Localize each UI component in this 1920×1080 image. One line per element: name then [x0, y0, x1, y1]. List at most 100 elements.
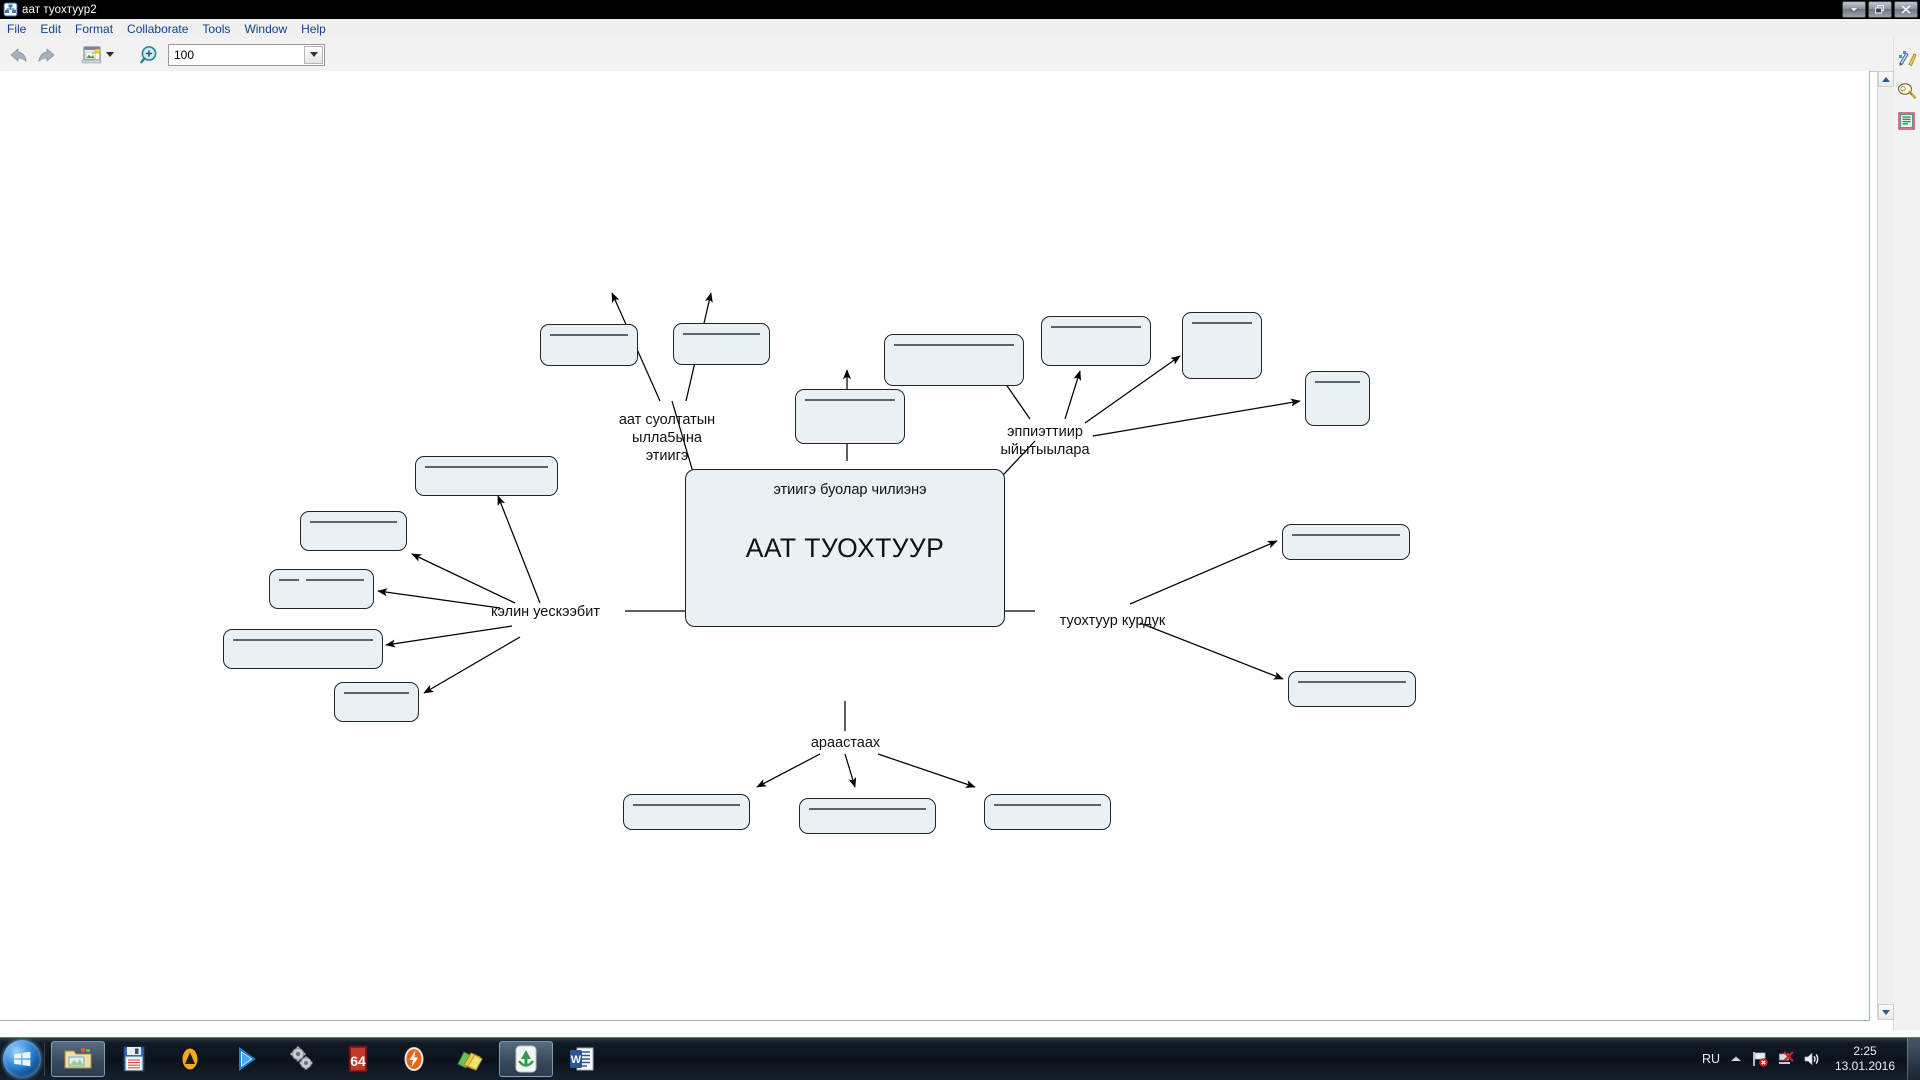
floppy-save-icon [123, 1046, 145, 1072]
svg-text:64: 64 [350, 1053, 366, 1069]
topic-node[interactable] [223, 629, 383, 669]
node-text-rule [1292, 534, 1400, 536]
application-window: аат туохтуур2 File Edit Format Collabora… [0, 0, 1920, 1080]
node-text-rule [809, 808, 926, 810]
node-text-rule [550, 334, 628, 336]
screen-capture-icon[interactable] [80, 43, 104, 67]
show-hidden-icons-chevron-icon[interactable] [1730, 1052, 1742, 1066]
topic-node[interactable] [673, 323, 770, 365]
node-text-rule [894, 344, 1014, 346]
taskbar-separator [44, 1042, 45, 1076]
taskbar-item-amber-app[interactable] [163, 1041, 217, 1077]
taskbar-item-64-app[interactable]: 64 [331, 1041, 385, 1077]
node-text-rule [805, 399, 895, 401]
menu-window[interactable]: Window [237, 20, 294, 38]
close-button[interactable] [1894, 1, 1918, 18]
node-text-rule [1051, 326, 1141, 328]
title-bar: аат туохтуур2 [0, 0, 1920, 19]
color-sheets-icon [457, 1051, 483, 1071]
taskbar-item-word-document[interactable]: W [555, 1041, 609, 1077]
amber-triangle-icon [181, 1047, 199, 1071]
windows-taskbar: 64 W RU 2:25 13.01.2016 [0, 1037, 1920, 1080]
paint-brush-icon[interactable] [1896, 79, 1918, 101]
green-recycle-icon [515, 1045, 537, 1073]
taskbar-item-media-player[interactable] [219, 1041, 273, 1077]
node-text-rule [344, 692, 409, 694]
node-text-rule [279, 579, 299, 581]
back-arrow-icon[interactable] [6, 43, 30, 67]
node-text-rule [683, 333, 760, 335]
mindmap-canvas[interactable]: ААТ ТУОХТУУР аат суолтатын ылла5ына этии… [0, 71, 1870, 1021]
forward-arrow-icon[interactable] [34, 43, 58, 67]
topic-node[interactable] [269, 569, 374, 609]
topic-node[interactable] [1182, 312, 1262, 379]
show-desktop-button[interactable] [1907, 1038, 1920, 1080]
orange-lightning-icon [404, 1047, 424, 1071]
topic-node[interactable] [1305, 371, 1370, 426]
taskbar-clock[interactable]: 2:25 13.01.2016 [1833, 1044, 1897, 1074]
taskbar-buttons: 64 W [51, 1041, 609, 1077]
toolbar: 100 [0, 38, 1920, 72]
taskbar-item-color-sheets[interactable] [443, 1041, 497, 1077]
maximize-button[interactable] [1868, 1, 1892, 18]
window-controls [1842, 1, 1918, 18]
zoom-level-combobox[interactable]: 100 [168, 43, 325, 66]
topic-node[interactable] [623, 794, 750, 830]
node-text-rule [1298, 681, 1406, 683]
folder-explorer-icon [64, 1048, 92, 1069]
topic-node[interactable] [884, 334, 1024, 386]
drawing-tools-icon[interactable] [1896, 48, 1918, 70]
zoom-dropdown-chevron-down-icon[interactable] [304, 45, 323, 64]
64-red-icon: 64 [348, 1045, 368, 1073]
capture-dropdown-chevron-down-icon[interactable] [104, 43, 116, 67]
zoom-level-value: 100 [174, 47, 195, 62]
scroll-down-arrow-icon[interactable] [1878, 1004, 1894, 1020]
node-text-rule [306, 579, 364, 581]
taskbar-item-recycle-app[interactable] [499, 1041, 553, 1077]
scroll-up-arrow-icon[interactable] [1878, 71, 1894, 87]
topic-node[interactable] [415, 456, 558, 496]
word-document-icon: W [570, 1047, 594, 1071]
action-center-flag-icon[interactable] [1751, 1050, 1769, 1068]
edge-label-kelin-ueskeebit: кэлин уескээбит [491, 604, 600, 620]
topic-node[interactable] [795, 389, 905, 444]
node-text-rule [1192, 322, 1252, 324]
topic-node[interactable] [1041, 316, 1151, 366]
topic-node[interactable] [300, 511, 407, 551]
topic-node[interactable] [334, 682, 419, 722]
clock-date: 13.01.2016 [1834, 1059, 1896, 1073]
blue-play-icon [239, 1047, 256, 1071]
window-title: аат туохтуур2 [22, 3, 97, 16]
menu-tools[interactable]: Tools [195, 20, 237, 38]
topic-node[interactable] [540, 324, 638, 366]
notes-icon[interactable] [1896, 110, 1918, 132]
windows-start-orb-icon[interactable] [3, 1040, 41, 1078]
node-text-rule [425, 466, 548, 468]
menu-edit[interactable]: Edit [33, 20, 68, 38]
network-disconnected-icon[interactable] [1777, 1050, 1795, 1068]
topic-node[interactable] [1288, 671, 1416, 707]
edge-label-aat-suoltatyn: аат суолтатын ылла5ына этиигэ [618, 412, 716, 464]
menu-bar: File Edit Format Collaborate Tools Windo… [0, 19, 1920, 39]
menu-collaborate[interactable]: Collaborate [120, 20, 195, 38]
menu-file[interactable]: File [0, 20, 33, 38]
zoom-in-magnifier-icon[interactable] [138, 43, 162, 67]
topic-node[interactable] [799, 798, 936, 834]
minimize-button[interactable] [1842, 1, 1866, 18]
vertical-scrollbar[interactable] [1877, 71, 1894, 1020]
topic-node[interactable] [1282, 524, 1410, 560]
central-topic-label: ААТ ТУОХТУУР [745, 532, 945, 563]
menu-format[interactable]: Format [68, 20, 120, 38]
tray-language-indicator[interactable]: RU [1702, 1052, 1720, 1066]
node-text-rule [633, 804, 740, 806]
taskbar-item-settings[interactable] [275, 1041, 329, 1077]
node-text-rule [994, 804, 1101, 806]
volume-speaker-icon[interactable] [1803, 1050, 1821, 1068]
system-tray: RU 2:25 13.01.2016 [1702, 1038, 1920, 1080]
menu-help[interactable]: Help [294, 20, 333, 38]
taskbar-item-save[interactable] [107, 1041, 161, 1077]
topic-node[interactable] [984, 794, 1111, 830]
mindmap-icon [3, 2, 18, 17]
taskbar-item-folder-explorer[interactable] [51, 1041, 105, 1077]
taskbar-item-power-app[interactable] [387, 1041, 441, 1077]
